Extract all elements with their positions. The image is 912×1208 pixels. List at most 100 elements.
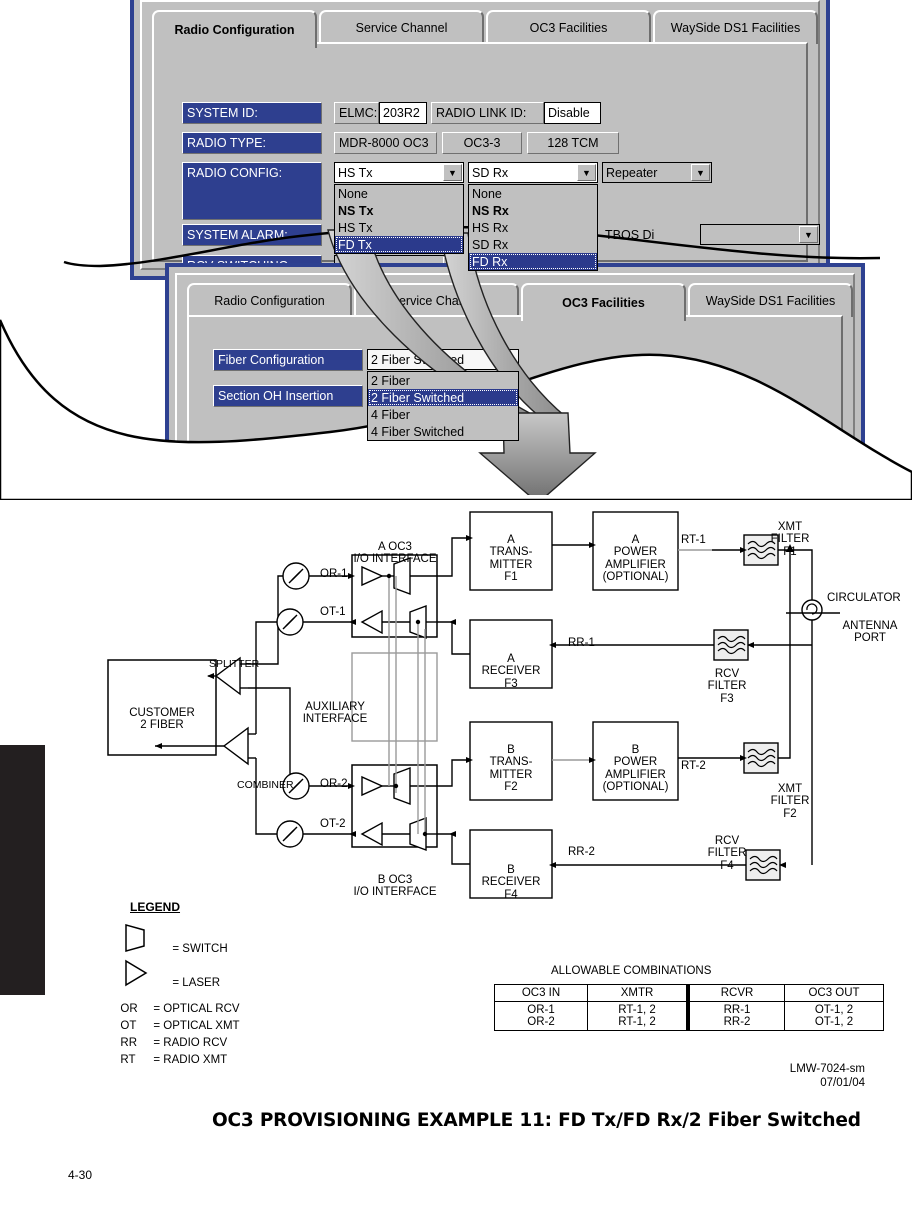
dropdown-option-selected[interactable]: FD Tx — [335, 236, 463, 253]
table-row: OR-2 RT-1, 2 RR-2 OT-1, 2 — [494, 1016, 884, 1031]
tab-oc3-facilities[interactable]: OC3 Facilities — [521, 283, 686, 321]
text: CUSTOMER 2 FIBER — [129, 706, 195, 732]
text: ALLOWABLE COMBINATIONS — [551, 965, 712, 977]
circulator-label: CIRCULATOR — [827, 592, 901, 605]
panel1-tabstrip: Radio Configuration Service Channel OC3 … — [152, 10, 818, 48]
text: XMTR — [620, 987, 654, 999]
text: XMT FILTER F1 — [770, 520, 810, 558]
text: OT-1 — [320, 606, 346, 618]
tab-radio-configuration[interactable]: Radio Configuration — [152, 10, 317, 48]
ot-1-label: OT-1 — [320, 606, 346, 619]
dropdown-option[interactable]: None — [335, 185, 463, 202]
text: RT-1, 2 — [618, 1016, 656, 1028]
rx-config-dropdown-list[interactable]: None NS Rx HS Rx SD Rx FD Rx — [468, 184, 598, 271]
cell-rcvr: RR-2 — [686, 1016, 785, 1031]
text: OC3 PROVISIONING EXAMPLE 11: FD Tx/FD Rx… — [212, 1110, 861, 1131]
tx-config-dropdown-list[interactable]: None NS Tx HS Tx FD Tx — [334, 184, 464, 254]
combo-value: Repeater — [606, 165, 658, 180]
figure-caption: OC3 PROVISIONING EXAMPLE 11: FD Tx/FD Rx… — [212, 1110, 861, 1131]
text: RT — [120, 1054, 136, 1066]
tab-service-channel[interactable]: Service Channel — [319, 10, 484, 44]
b-transmitter-block-label: B TRANS- MITTER F2 — [470, 731, 552, 794]
dropdown-option[interactable]: NS Rx — [469, 202, 597, 219]
text: RCVR — [720, 987, 754, 999]
rcv-filter-f4-label: RCV FILTER F4 — [692, 822, 762, 872]
legend-abbr-rt: RT — [114, 1042, 136, 1066]
dropdown-option[interactable]: None — [469, 185, 597, 202]
text: A TRANS- MITTER F1 — [489, 533, 533, 584]
a-transmitter-block-label: A TRANS- MITTER F1 — [470, 521, 552, 584]
dropdown-option[interactable]: NS Tx — [335, 202, 463, 219]
radio-type-modulation-field: 128 TCM — [527, 132, 619, 154]
text: LEGEND — [130, 900, 181, 914]
repeater-combo[interactable]: Repeater ▼ — [602, 162, 712, 183]
text: CIRCULATOR — [827, 592, 901, 604]
column-header-xmtr: XMTR — [587, 984, 689, 1002]
rx-config-combo[interactable]: SD Rx ▼ — [468, 162, 598, 183]
rr-2-label: RR-2 — [568, 846, 595, 859]
tab-oc3-facilities[interactable]: OC3 Facilities — [486, 10, 651, 44]
legend-laser-icon — [125, 959, 148, 987]
combo-value: SD Rx — [472, 165, 509, 180]
text: = LASER — [172, 977, 221, 989]
text: OT-2 — [320, 818, 346, 830]
tab-wayside-ds1-facilities[interactable]: WaySide DS1 Facilities — [653, 10, 818, 44]
elmc-label: ELMC: — [334, 102, 379, 124]
xmt-filter-f1-label: XMT FILTER F1 — [755, 508, 825, 558]
table-header-row: OC3 IN XMTR RCVR OC3 OUT — [494, 984, 884, 1002]
text: RT-1 — [681, 534, 706, 546]
text: OR-2 — [320, 778, 348, 790]
text: OC3 IN — [521, 987, 561, 999]
tab-label: Radio Configuration — [174, 23, 295, 37]
rt-2-label: RT-2 — [681, 760, 706, 773]
tab-label: OC3 Facilities — [529, 21, 608, 35]
text: = RADIO XMT — [153, 1054, 228, 1066]
field-text: 203R2 — [383, 106, 420, 120]
combiner-label: COMBINER — [237, 779, 294, 792]
dropdown-option[interactable]: 4 Fiber — [368, 406, 518, 423]
tx-config-combo[interactable]: HS Tx ▼ — [334, 162, 464, 183]
dropdown-option[interactable]: HS Rx — [469, 219, 597, 236]
text: RR-2 — [568, 846, 595, 858]
field-text: MDR-8000 OC3 — [339, 136, 429, 150]
radio-type-rate-field: OC3-3 — [442, 132, 522, 154]
system-id-label: SYSTEM ID: — [182, 102, 322, 124]
dropdown-option[interactable]: HS Tx — [335, 219, 463, 236]
label-text: RADIO LINK ID: — [436, 106, 527, 120]
chevron-down-icon[interactable]: ▼ — [577, 164, 596, 181]
dropdown-option[interactable]: 2 Fiber — [368, 372, 518, 389]
legend-laser-label: = LASER — [166, 965, 220, 989]
legend-switch-icon — [125, 924, 145, 952]
dropdown-option-selected[interactable]: 2 Fiber Switched — [368, 389, 518, 406]
splitter-label: SPLITTER — [209, 658, 259, 671]
allowable-combinations-title: ALLOWABLE COMBINATIONS — [551, 965, 711, 977]
fiber-configuration-dropdown-list[interactable]: 2 Fiber 2 Fiber Switched 4 Fiber 4 Fiber… — [367, 371, 519, 441]
rt-1-label: RT-1 — [681, 534, 706, 547]
text: RCV FILTER F3 — [707, 667, 747, 705]
b-oc3-io-interface-label: B OC3 I/O INTERFACE — [340, 861, 450, 899]
a-receiver-block-label: A RECEIVER F3 — [470, 640, 552, 690]
legend-title: LEGEND — [130, 900, 180, 914]
radio-link-id-value-field[interactable]: Disable — [544, 102, 601, 124]
column-header-oc3-in: OC3 IN — [494, 984, 588, 1002]
text: OR-2 — [527, 1016, 555, 1028]
or-1-label: OR-1 — [320, 568, 347, 581]
text: B TRANS- MITTER F2 — [489, 743, 533, 794]
b-power-amplifier-block-label: B POWER AMPLIFIER (OPTIONAL) — [593, 731, 678, 794]
text: RR-2 — [723, 1016, 751, 1028]
text: RR-1 — [723, 1004, 751, 1016]
chevron-down-icon[interactable]: ▼ — [691, 164, 710, 181]
dropdown-option[interactable]: 4 Fiber Switched — [368, 423, 518, 440]
text: ANTENNA PORT — [842, 619, 898, 645]
chevron-down-icon[interactable]: ▼ — [443, 164, 462, 181]
dropdown-option-selected[interactable]: FD Rx — [469, 253, 597, 270]
text: OT-1, 2 — [814, 1016, 854, 1028]
dropdown-option[interactable]: SD Rx — [469, 236, 597, 253]
text: RT-1, 2 — [618, 1004, 656, 1016]
text: = SWITCH — [172, 943, 228, 955]
text: RCV FILTER F4 — [707, 834, 747, 872]
elmc-value-field[interactable]: 203R2 — [379, 102, 427, 124]
text: COMBINER — [237, 779, 294, 791]
ot-2-label: OT-2 — [320, 818, 346, 831]
tab-label: WaySide DS1 Facilities — [670, 21, 801, 35]
